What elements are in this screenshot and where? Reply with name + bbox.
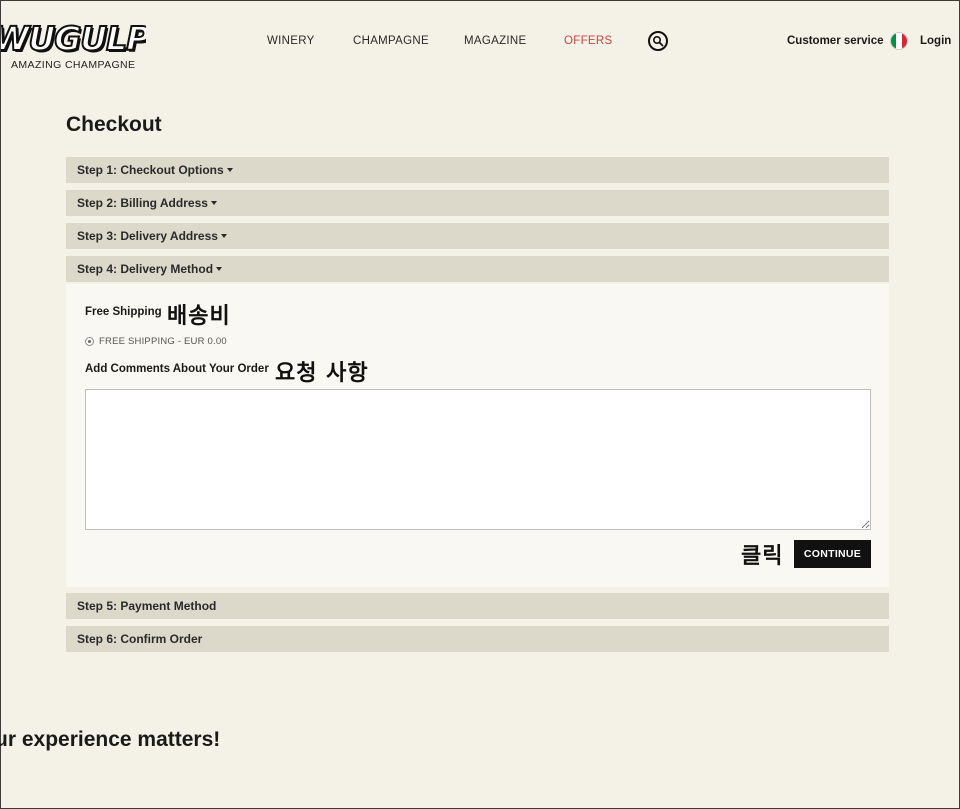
delivery-method-panel: Free Shipping 배송비 FREE SHIPPING - EUR 0.… <box>66 284 889 587</box>
page-title: Checkout <box>66 113 162 136</box>
step-billing-address[interactable]: Step 2: Billing Address <box>66 190 889 216</box>
step-confirm-order[interactable]: Step 6: Confirm Order <box>66 626 889 652</box>
shipping-option-label: FREE SHIPPING - EUR 0.00 <box>99 336 227 347</box>
comments-label: Add Comments About Your Order <box>85 363 269 375</box>
comments-textarea[interactable] <box>85 389 871 530</box>
caret-down-icon <box>210 201 217 205</box>
italy-flag-icon[interactable] <box>890 32 908 50</box>
step-delivery-method[interactable]: Step 4: Delivery Method <box>66 256 889 282</box>
step-label: Step 5: Payment Method <box>77 599 217 613</box>
nav-item-offers[interactable]: OFFERS <box>564 35 612 47</box>
comments-annotation: 요청 사항 <box>275 361 369 386</box>
shipping-radio[interactable] <box>85 337 94 346</box>
nav-item-champagne[interactable]: CHAMPAGNE <box>353 35 429 47</box>
click-annotation: 클릭 <box>741 544 784 569</box>
step-label: Step 6: Confirm Order <box>77 632 203 646</box>
footer-heading: ur experience matters! <box>0 728 221 751</box>
shipping-option[interactable]: FREE SHIPPING - EUR 0.00 <box>85 336 227 347</box>
caret-down-icon <box>226 168 233 172</box>
step-label: Step 2: Billing Address <box>77 196 208 210</box>
site-header: WUGULP! AMAZING CHAMPAGNE WINERY CHAMPAG… <box>1 1 959 91</box>
step-label: Step 1: Checkout Options <box>77 163 224 177</box>
brand-logo[interactable]: WUGULP! AMAZING CHAMPAGNE <box>1 19 146 75</box>
nav-item-winery[interactable]: WINERY <box>267 35 315 47</box>
step-label: Step 3: Delivery Address <box>77 229 218 243</box>
caret-down-icon <box>216 267 223 271</box>
search-icon <box>652 35 664 47</box>
logo-tagline: AMAZING CHAMPAGNE <box>11 59 136 71</box>
step-delivery-address[interactable]: Step 3: Delivery Address <box>66 223 889 249</box>
logo-wordmark: WUGULP! <box>1 19 146 59</box>
step-payment-method[interactable]: Step 5: Payment Method <box>66 593 889 619</box>
continue-button[interactable]: CONTINUE <box>794 540 871 568</box>
shipping-heading: Free Shipping <box>85 306 162 318</box>
search-button[interactable] <box>648 31 668 51</box>
shipping-annotation: 배송비 <box>167 304 231 329</box>
step-label: Step 4: Delivery Method <box>77 262 214 276</box>
step-checkout-options[interactable]: Step 1: Checkout Options <box>66 157 889 183</box>
nav-item-magazine[interactable]: MAGAZINE <box>464 35 526 47</box>
caret-down-icon <box>220 234 227 238</box>
customer-service-link[interactable]: Customer service <box>787 35 884 47</box>
login-link[interactable]: Login <box>920 35 951 47</box>
